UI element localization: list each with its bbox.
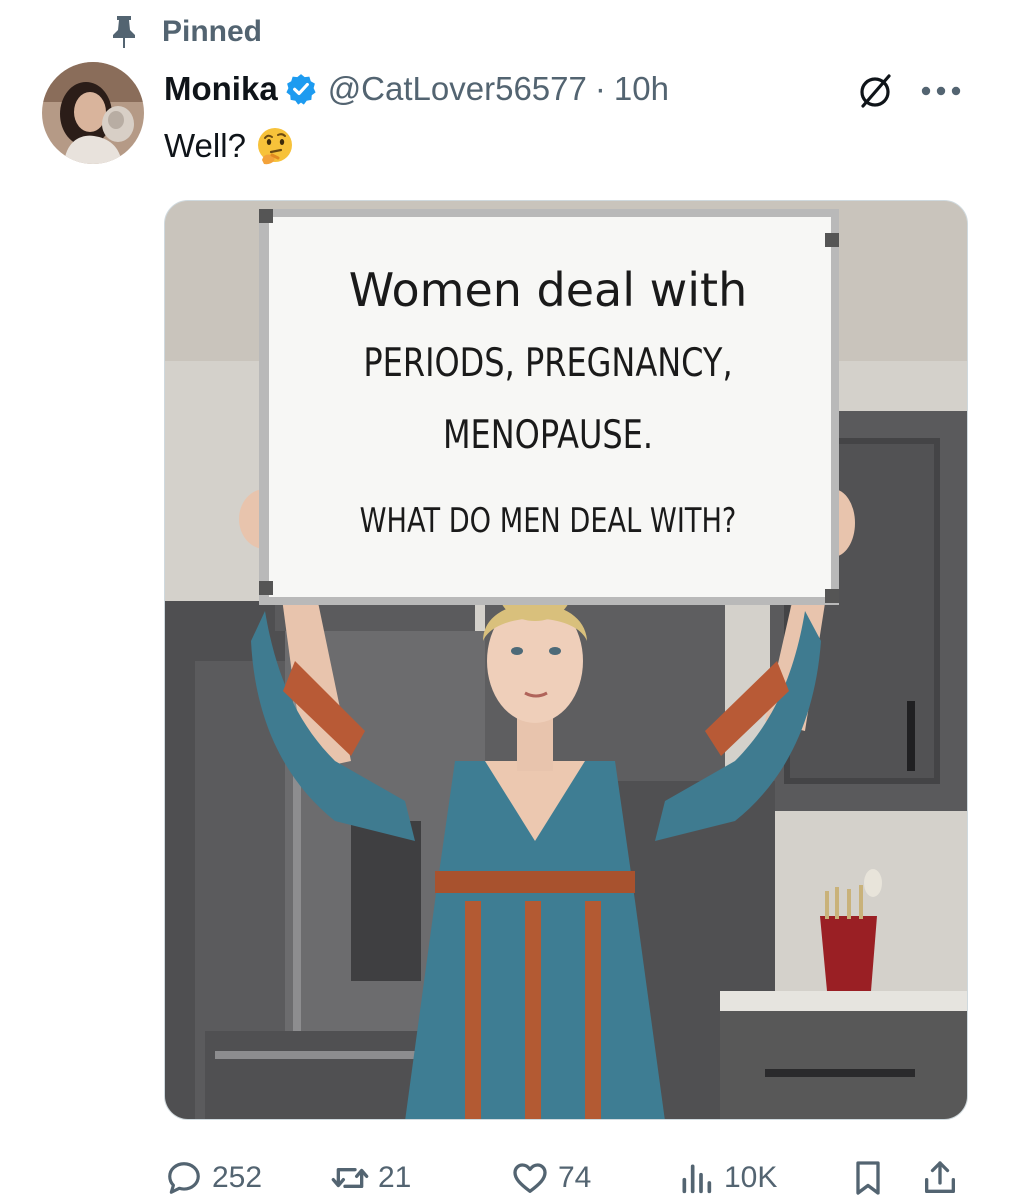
display-name[interactable]: Monika	[164, 70, 278, 108]
grok-icon[interactable]	[852, 68, 898, 114]
repost-icon	[330, 1158, 370, 1198]
view-count: 10K	[724, 1161, 778, 1194]
tweet-media-image[interactable]: Women deal with PERIODS, PREGNANCY, MENO…	[164, 200, 968, 1120]
repost-button[interactable]: 21	[330, 1150, 411, 1200]
board-line-1: Women deal with	[348, 263, 748, 317]
bookmark-button[interactable]	[848, 1150, 888, 1200]
tweet-header: Monika @CatLover56577 · 10h	[164, 64, 669, 114]
share-button[interactable]	[920, 1150, 960, 1200]
verified-badge-icon[interactable]	[284, 72, 318, 106]
reply-button[interactable]: 252	[164, 1150, 262, 1200]
board-line-2: PERIODS, PREGNANCY,	[363, 341, 733, 386]
tweet-text: Well?	[164, 124, 296, 168]
heart-icon	[510, 1158, 550, 1198]
avatar[interactable]	[42, 62, 144, 164]
share-icon	[920, 1158, 960, 1198]
like-count: 74	[558, 1161, 592, 1194]
analytics-icon	[676, 1158, 716, 1198]
timestamp[interactable]: 10h	[614, 70, 669, 108]
like-button[interactable]: 74	[510, 1150, 591, 1200]
reply-count: 252	[212, 1161, 263, 1194]
handle[interactable]: @CatLover56577	[328, 70, 587, 108]
separator-dot: ·	[594, 70, 606, 107]
views-button[interactable]: 10K	[676, 1150, 777, 1200]
tweet-actions: 252 21 74 10K	[164, 1150, 968, 1200]
thinking-face-icon	[254, 125, 296, 167]
pin-icon	[108, 12, 140, 52]
pinned-indicator: Pinned	[108, 12, 262, 52]
tweet-text-content: Well?	[164, 127, 246, 164]
repost-count: 21	[378, 1161, 412, 1194]
media-illustration	[165, 201, 967, 1119]
bookmark-icon	[848, 1158, 888, 1198]
reply-icon	[164, 1158, 204, 1198]
board-line-3: MENOPAUSE.	[442, 413, 654, 458]
board-line-4: WHAT DO MEN DEAL WITH?	[359, 501, 737, 541]
more-options-icon[interactable]	[916, 68, 966, 114]
pinned-label: Pinned	[162, 15, 263, 48]
